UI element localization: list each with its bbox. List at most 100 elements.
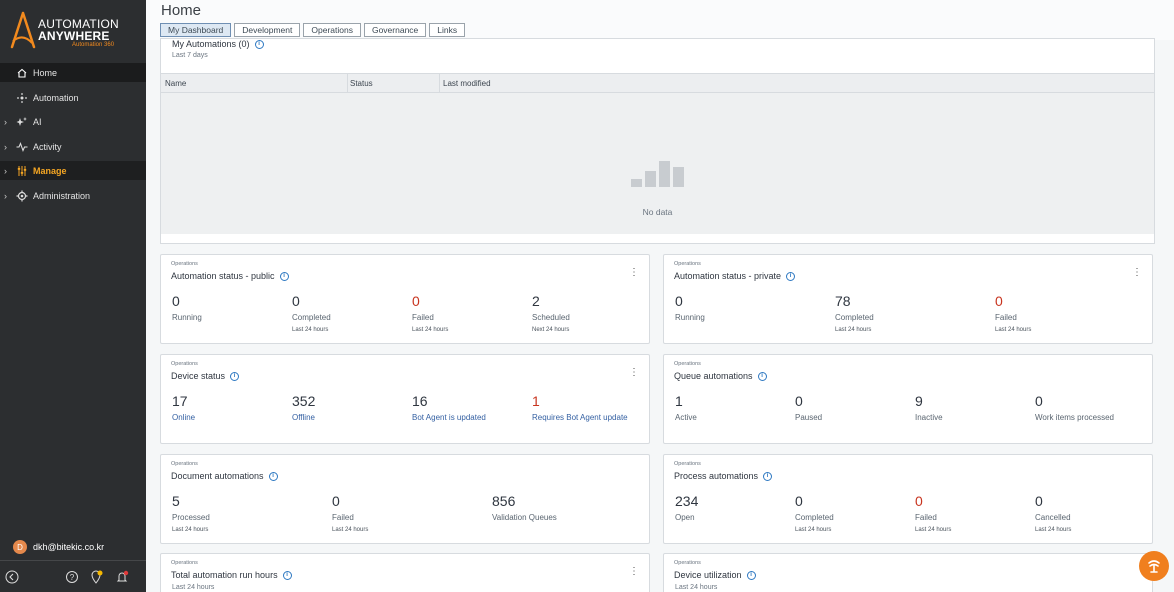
sidebar-item-label: Home	[33, 67, 58, 78]
my-automations-subtitle: Last 7 days	[172, 52, 208, 59]
metric-failed[interactable]: 0 Failed Last 24 hours	[332, 493, 368, 533]
sidebar-item-label: Automation	[33, 92, 79, 103]
card-title: Device status i	[171, 371, 240, 381]
automation-icon	[17, 92, 27, 103]
sidebar-item-label: Manage	[33, 165, 67, 176]
card-automation-status-private: Operations Automation status - private i …	[663, 254, 1153, 344]
metric-scheduled[interactable]: 2 Scheduled Next 24 hours	[532, 293, 570, 333]
metric-online[interactable]: 17 Online	[172, 393, 195, 422]
collapse-sidebar-icon[interactable]	[5, 570, 19, 584]
metric-completed[interactable]: 0 Completed Last 24 hours	[795, 493, 834, 533]
tab-links[interactable]: Links	[429, 23, 466, 37]
card-document-automations: Operations Document automations i 5 Proces…	[160, 454, 650, 544]
sidebar-item-administration[interactable]: › Administration	[0, 186, 146, 205]
card-title: Process automations i	[674, 471, 773, 481]
tab-my-dashboard[interactable]: My Dashboard	[160, 23, 232, 37]
info-icon[interactable]: i	[279, 271, 289, 281]
manage-icon	[17, 165, 27, 176]
gear-icon	[16, 190, 28, 201]
card-title: Automation status - public i	[171, 271, 289, 281]
metric-failed[interactable]: 0 Failed Last 24 hours	[915, 493, 951, 533]
metric-running[interactable]: 0 Running	[172, 293, 202, 322]
table-header: Name Status Last modified	[161, 73, 1154, 93]
column-header-name[interactable]: Name	[165, 79, 186, 88]
metric-bot-agent-updated[interactable]: 16 Bot Agent is updated	[412, 393, 486, 422]
sidebar-item-label: Administration	[33, 190, 91, 201]
sidebar-item-activity[interactable]: › Activity	[0, 137, 146, 156]
activity-icon	[16, 141, 28, 152]
info-icon[interactable]: i	[282, 570, 292, 580]
column-divider	[347, 74, 348, 92]
metric-running[interactable]: 0 Running	[675, 293, 705, 322]
notification-bell-icon[interactable]	[115, 570, 129, 584]
more-options-icon[interactable]: ⋮	[629, 566, 639, 577]
user-profile[interactable]: D dkh@bitekic.co.kr	[13, 540, 104, 554]
metric-inactive[interactable]: 9 Inactive	[915, 393, 943, 422]
info-icon[interactable]: i	[254, 39, 264, 49]
metric-offline[interactable]: 352 Offline	[292, 393, 315, 422]
card-category: Operations	[674, 560, 701, 566]
info-icon[interactable]: i	[746, 570, 756, 580]
assistant-help-button[interactable]	[1139, 551, 1169, 581]
metric-work-items[interactable]: 0 Work items processed	[1035, 393, 1114, 422]
card-category: Operations	[674, 261, 701, 267]
column-header-last-modified[interactable]: Last modified	[443, 79, 491, 88]
more-options-icon[interactable]: ⋮	[629, 367, 639, 378]
info-icon[interactable]: i	[268, 471, 278, 481]
metric-failed[interactable]: 0 Failed Last 24 hours	[995, 293, 1031, 333]
brand-line2: ANYWHERE	[38, 29, 110, 43]
automation-anywhere-logo-icon	[10, 11, 36, 49]
card-category: Operations	[171, 560, 198, 566]
avatar: D	[13, 540, 27, 554]
chevron-right-icon: ›	[4, 190, 7, 201]
card-category: Operations	[171, 261, 198, 267]
card-category: Operations	[171, 361, 198, 367]
card-category: Operations	[674, 461, 701, 467]
more-options-icon[interactable]: ⋮	[1132, 267, 1142, 278]
sidebar-item-manage[interactable]: › Manage	[0, 161, 146, 180]
sidebar-item-home[interactable]: Home	[0, 63, 146, 82]
metric-requires-update[interactable]: 1 Requires Bot Agent update	[532, 393, 628, 422]
location-pin-icon[interactable]	[89, 570, 103, 584]
metric-completed[interactable]: 0 Completed Last 24 hours	[292, 293, 331, 333]
my-automations-panel: My Automations (0) i Last 7 days Name St…	[160, 38, 1155, 244]
brand-logo[interactable]: AUTOMATION ANYWHERE Automation 360	[0, 0, 146, 60]
sidebar-footer: ?	[0, 560, 146, 592]
column-header-status[interactable]: Status	[350, 79, 373, 88]
metric-paused[interactable]: 0 Paused	[795, 393, 822, 422]
svg-text:?: ?	[70, 573, 75, 582]
user-email: dkh@bitekic.co.kr	[33, 542, 105, 552]
sidebar-item-automation[interactable]: Automation	[0, 88, 146, 107]
metric-open[interactable]: 234 Open	[675, 493, 698, 522]
metric-cancelled[interactable]: 0 Cancelled Last 24 hours	[1035, 493, 1071, 533]
card-title: Document automations i	[171, 471, 278, 481]
no-data-message: No data	[642, 207, 673, 217]
metric-active[interactable]: 1 Active	[675, 393, 697, 422]
more-options-icon[interactable]: ⋮	[629, 267, 639, 278]
help-icon[interactable]: ?	[65, 570, 79, 584]
metric-validation-queues[interactable]: 856 Validation Queues	[492, 493, 557, 522]
tab-operations[interactable]: Operations	[303, 23, 361, 37]
card-automation-status-public: Operations Automation status - public i ⋮…	[160, 254, 650, 344]
card-subtitle: Last 24 hours	[675, 584, 718, 591]
info-icon[interactable]: i	[230, 371, 240, 381]
ai-icon	[16, 116, 27, 126]
info-icon[interactable]: i	[763, 471, 773, 481]
tab-governance[interactable]: Governance	[363, 23, 427, 37]
info-icon[interactable]: i	[786, 271, 796, 281]
card-device-utilization: Operations Device utilization i Last 24 h…	[663, 553, 1153, 592]
metric-processed[interactable]: 5 Processed Last 24 hours	[172, 493, 210, 533]
tab-development[interactable]: Development	[234, 23, 301, 37]
card-process-automations: Operations Process automations i 234 Open …	[663, 454, 1153, 544]
bar-chart-empty-icon	[631, 161, 684, 187]
info-icon[interactable]: i	[757, 371, 767, 381]
metric-failed[interactable]: 0 Failed Last 24 hours	[412, 293, 448, 333]
card-total-run-hours: Operations Total automation run hours i ⋮…	[160, 553, 650, 592]
my-automations-title: My Automations (0) i	[172, 39, 264, 49]
metric-completed[interactable]: 78 Completed Last 24 hours	[835, 293, 874, 333]
sidebar-item-label: Activity	[33, 141, 62, 152]
page-title: Home	[161, 2, 202, 19]
card-title: Queue automations i	[674, 371, 767, 381]
sidebar-item-ai[interactable]: › AI	[0, 112, 146, 131]
card-title: Total automation run hours i	[171, 570, 292, 580]
